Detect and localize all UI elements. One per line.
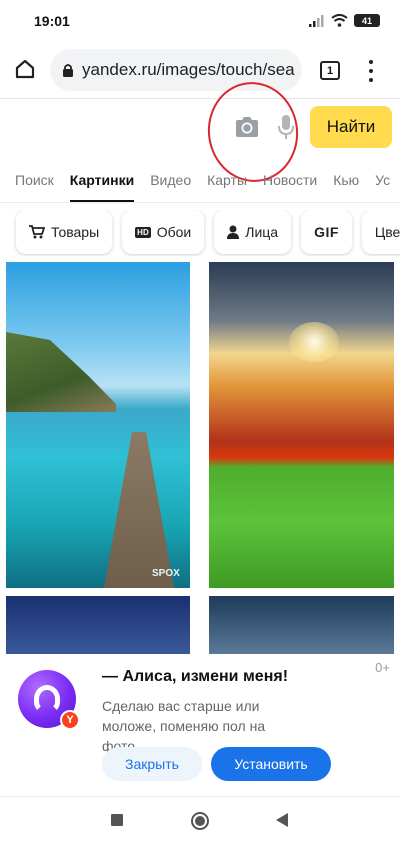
image-result[interactable]: SPOX — [6, 262, 190, 588]
person-icon — [227, 225, 240, 239]
alice-promo-banner: 0+ Y — Алиса, измени меня! Сделаю вас ст… — [0, 654, 400, 796]
home-icon — [15, 59, 35, 79]
home-button[interactable] — [10, 54, 40, 84]
alice-logo-icon: Y — [18, 670, 80, 730]
find-button[interactable]: Найти — [310, 106, 392, 148]
battery-icon: 41 — [354, 14, 380, 27]
tab-news[interactable]: Новости — [263, 157, 317, 202]
tabs-button[interactable]: 1 — [320, 61, 340, 80]
filter-chips: Товары HD Обои Лица GIF Цвета — [0, 210, 400, 256]
search-row: Найти — [0, 98, 400, 157]
home-nav-icon[interactable] — [191, 812, 209, 830]
chip-faces[interactable]: Лица — [214, 210, 292, 254]
battery-level: 41 — [361, 15, 372, 26]
service-tabs: Поиск Картинки Видео Карты Новости Кью У… — [0, 157, 400, 203]
tab-maps[interactable]: Карты — [207, 157, 247, 202]
close-button[interactable]: Закрыть — [102, 747, 202, 781]
cart-icon — [29, 225, 45, 239]
image-result[interactable] — [209, 262, 394, 588]
chip-wallpapers[interactable]: HD Обои — [122, 210, 205, 254]
chip-gif[interactable]: GIF — [301, 210, 352, 254]
install-button[interactable]: Установить — [211, 747, 331, 781]
chip-label: Лица — [245, 224, 279, 240]
yandex-badge-icon: Y — [60, 710, 80, 730]
search-input[interactable] — [0, 99, 220, 157]
status-time: 19:01 — [34, 13, 70, 29]
image-result[interactable] — [209, 596, 394, 654]
chip-label: GIF — [314, 224, 339, 240]
url-text: yandex.ru/images/touch/sea — [82, 60, 295, 79]
browser-toolbar: yandex.ru/images/touch/sea 1 — [0, 42, 400, 98]
status-icons: 41 — [309, 14, 380, 27]
signal-icon — [309, 14, 324, 27]
promo-title: — Алиса, измени меня! — [102, 668, 289, 685]
hd-icon: HD — [135, 226, 151, 238]
image-grid: SPOX — [0, 262, 400, 654]
image-sun — [289, 322, 339, 362]
tab-search[interactable]: Поиск — [15, 157, 54, 202]
image-hill — [6, 332, 116, 412]
chip-label: Обои — [156, 224, 192, 240]
recents-icon[interactable] — [111, 814, 123, 826]
menu-dot — [369, 78, 373, 82]
menu-button[interactable] — [362, 58, 380, 84]
tab-images[interactable]: Картинки — [69, 157, 135, 202]
system-navigation-bar — [0, 796, 400, 844]
chip-label: Товары — [51, 224, 100, 240]
menu-dot — [369, 69, 373, 73]
chip-products[interactable]: Товары — [16, 210, 113, 254]
chip-colors[interactable]: Цвета — [361, 210, 400, 254]
tab-services[interactable]: Ус — [375, 157, 390, 202]
tab-q[interactable]: Кью — [333, 157, 359, 202]
menu-dot — [369, 60, 373, 64]
lock-icon — [63, 63, 73, 77]
alice-ring — [34, 685, 60, 713]
tab-video[interactable]: Видео — [150, 157, 191, 202]
back-icon[interactable] — [276, 813, 288, 827]
status-bar: 19:01 41 — [0, 0, 400, 42]
wifi-icon — [331, 14, 348, 27]
tabs-count: 1 — [326, 64, 334, 77]
image-watermark: SPOX — [152, 568, 180, 579]
ad-counter: 0+ — [375, 660, 390, 675]
chip-label: Цвета — [374, 224, 400, 240]
image-result[interactable] — [6, 596, 190, 654]
image-pier — [104, 432, 174, 588]
